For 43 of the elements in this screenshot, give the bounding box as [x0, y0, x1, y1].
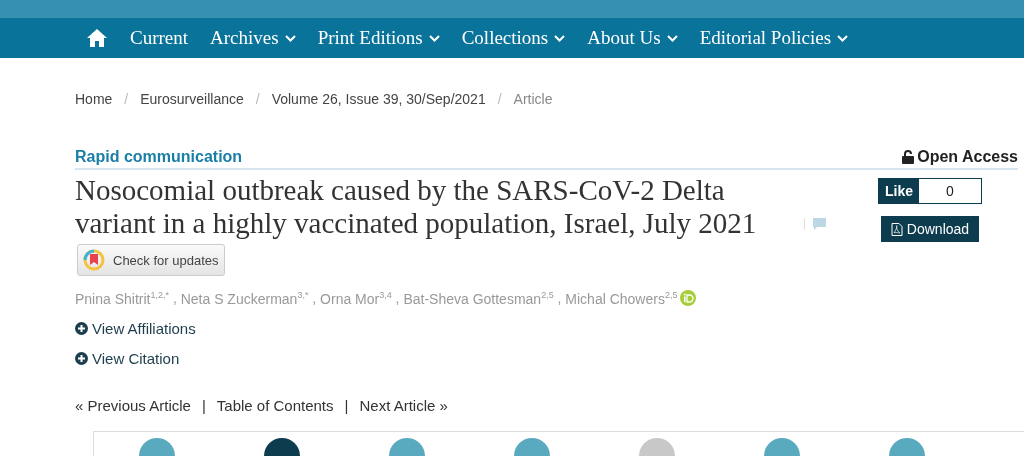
article-type: Rapid communication: [75, 148, 243, 166]
author-link[interactable]: Orna Mor$^{3,4}$: [320, 290, 392, 307]
contents-link[interactable]: Table of Contents: [216, 396, 334, 414]
plus-circle-icon: [75, 351, 88, 365]
nav-item[interactable]: Archives: [210, 27, 296, 49]
like-widget[interactable]: Like 0: [878, 178, 982, 204]
author-link[interactable]: Pnina Shitrit$^{1,2,*}$: [75, 290, 169, 307]
nav-item[interactable]: Editorial Policies: [699, 27, 849, 49]
breadcrumb-separator: /: [255, 91, 260, 107]
breadcrumb-current[interactable]: Article: [513, 91, 553, 107]
author-link[interactable]: Bat-Sheva Gottesman$^{2,5}$: [403, 290, 554, 307]
check-updates-button[interactable]: Check for updates: [77, 244, 225, 276]
author-link[interactable]: Michal Chowers$^{2,5}$: [565, 290, 678, 307]
plus-circle-icon: [75, 321, 88, 335]
nav-item[interactable]: Collections: [461, 27, 566, 49]
author-separator: ,: [171, 290, 178, 307]
author-link[interactable]: Neta S Zuckerman$^{3,*}$: [180, 290, 309, 307]
comment-icon[interactable]: [804, 218, 826, 230]
pdf-icon: [890, 222, 903, 236]
breadcrumb-link[interactable]: Volume 26, Issue 39, 30/Sep/2021: [271, 91, 486, 107]
expand-toggle[interactable]: View Citation: [75, 349, 1018, 367]
expand-toggle[interactable]: View Affiliations: [75, 319, 1018, 337]
orcid-icon[interactable]: [680, 290, 697, 307]
link-separator: |: [201, 396, 206, 414]
breadcrumb-link[interactable]: Eurosurveillance: [140, 91, 244, 107]
download-button[interactable]: Download: [880, 216, 980, 242]
unlock-icon: [902, 150, 915, 164]
breadcrumb-separator: /: [497, 91, 502, 107]
access-label: Open Access: [917, 148, 1018, 166]
author-separator: ,: [556, 290, 563, 307]
author-separator: ,: [394, 290, 401, 307]
next-article-link[interactable]: Next Article »: [359, 396, 448, 414]
nav-item[interactable]: Current: [130, 27, 189, 49]
breadcrumb-link[interactable]: Home: [75, 91, 113, 107]
nav-item[interactable]: About Us: [587, 27, 678, 49]
home-icon[interactable]: [86, 28, 108, 48]
breadcrumb-separator: /: [124, 91, 129, 107]
nav-item[interactable]: Print Editions: [317, 27, 440, 49]
crossmark-icon: [83, 249, 105, 271]
link-separator: |: [344, 396, 349, 414]
author-separator: ,: [311, 290, 318, 307]
article-title: Nosocomial outbreak caused by the SARS-CoV-2 Delta variant in a highly vaccinated population, Israel, July 2021: [75, 174, 758, 240]
previous-article-link[interactable]: « Previous Article: [75, 396, 191, 414]
